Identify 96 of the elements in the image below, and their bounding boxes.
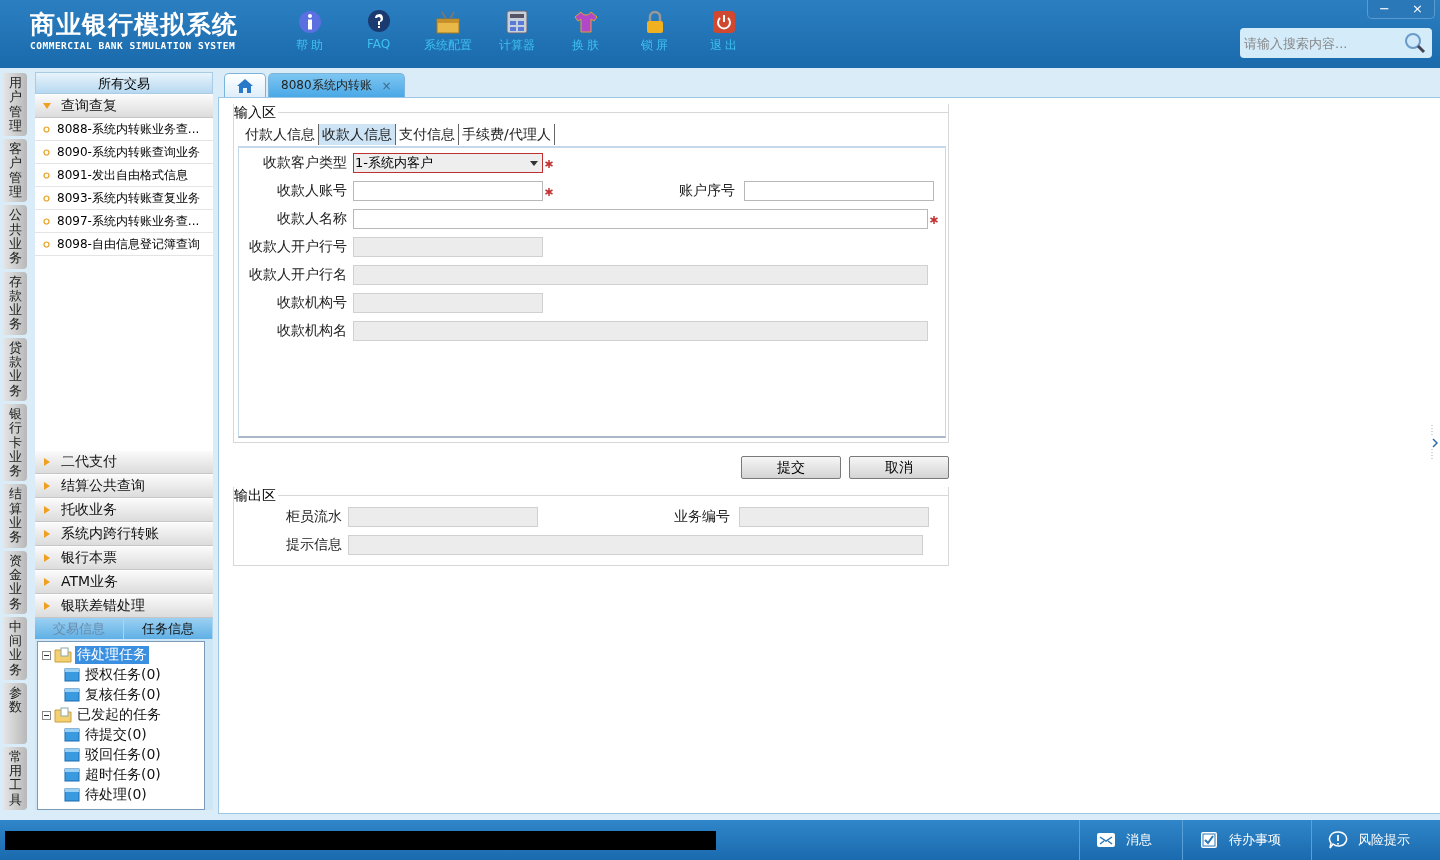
page-tab[interactable]: 8080系统内转账 × (268, 73, 405, 97)
bullet-icon (43, 148, 50, 156)
vertical-tab[interactable]: 用户管理 (3, 73, 27, 137)
panel-tab[interactable]: 任务信息 (124, 618, 213, 639)
vertical-tab[interactable]: 贷款业务 (3, 337, 27, 401)
vertical-tab[interactable]: 客户管理 (3, 139, 27, 203)
checkbox-icon (1199, 830, 1219, 850)
vertical-tab[interactable]: 常用工具 (3, 746, 27, 810)
speech-bubble-icon (1328, 830, 1348, 850)
menu-group[interactable]: 银行本票 (35, 546, 213, 570)
form-tab[interactable]: 收款人信息 (319, 124, 396, 145)
section-legend: 输入区 (234, 104, 276, 120)
folder-icon (64, 668, 80, 682)
tree-node[interactable]: 已发起的任务 (75, 706, 163, 724)
menu-group[interactable]: 托收业务 (35, 498, 213, 522)
vertical-tab[interactable]: 参数 (3, 683, 27, 744)
toolbox-icon (435, 10, 460, 34)
help-icon (366, 10, 391, 34)
field-label: 业务编号 (673, 508, 731, 526)
status-button[interactable]: 消息 (1079, 820, 1182, 860)
tree-node[interactable]: 驳回任务(0) (83, 746, 163, 764)
form-tab[interactable]: 手续费/代理人 (459, 124, 555, 145)
search-field[interactable]: 请输入搜索内容... (1240, 28, 1432, 58)
field-label: 收款人名称 (276, 210, 348, 228)
caret-right-icon (43, 530, 51, 538)
calculator-icon (504, 10, 529, 34)
sidebar-header: 所有交易 (35, 72, 213, 94)
vertical-tab[interactable]: 资金业务 (3, 550, 27, 614)
home-icon (237, 78, 253, 93)
caret-right-icon (43, 578, 51, 586)
field-label: 收款客户类型 (262, 154, 348, 172)
bullet-icon (43, 240, 50, 248)
caret-right-icon (43, 554, 51, 562)
caret-right-icon (43, 506, 51, 514)
menu-group[interactable]: ATM业务 (35, 570, 213, 594)
folder-icon (64, 768, 80, 782)
vertical-tab[interactable]: 结算业务 (3, 484, 27, 548)
tree-node[interactable]: 待提交(0) (83, 726, 149, 744)
tree-node[interactable]: 超时任务(0) (83, 766, 163, 784)
folder-icon (64, 748, 80, 762)
field-label: 收款机构号 (276, 294, 348, 312)
app-title: 商业银行模拟系统 (30, 10, 239, 40)
field-label: 收款人开户行名 (248, 266, 348, 284)
search-icon[interactable] (1404, 32, 1426, 54)
field-label: 账户序号 (678, 182, 736, 200)
field-label: 收款人开户行号 (248, 238, 348, 256)
caret-down-icon (43, 102, 51, 110)
field-label: 提示信息 (285, 536, 343, 554)
input-field[interactable] (353, 181, 543, 201)
home-tab[interactable] (224, 73, 266, 97)
field-label: 柜员流水 (285, 508, 343, 526)
input-field[interactable] (744, 181, 934, 201)
caret-down-icon (530, 160, 538, 166)
app-subtitle: COMMERCIAL BANK SIMULATION SYSTEM (30, 40, 237, 51)
collapse-icon[interactable] (42, 710, 51, 720)
tree-node[interactable]: 授权任务(0) (83, 666, 163, 684)
menu-group[interactable]: 结算公共查询 (35, 474, 213, 498)
envelope-icon (1096, 830, 1116, 850)
folder-icon (64, 688, 80, 702)
tree-node[interactable]: 复核任务(0) (83, 686, 163, 704)
menu-group[interactable]: 查询查复 (35, 94, 213, 118)
bullet-icon (43, 217, 50, 225)
bullet-icon (43, 171, 50, 179)
folder-icon (64, 788, 80, 802)
menu-group[interactable]: 银联差错处理 (35, 594, 213, 618)
input-field[interactable] (353, 209, 928, 229)
bullet-icon (43, 194, 50, 202)
action-button[interactable]: 取消 (849, 456, 949, 479)
vertical-tab[interactable]: 公共业务 (3, 205, 27, 269)
power-icon (711, 10, 736, 34)
window-control-button[interactable]: × (1401, 0, 1434, 18)
folder-icon (54, 707, 72, 723)
status-button[interactable]: 风险提示 (1311, 820, 1440, 860)
folder-icon (54, 647, 72, 663)
bullet-icon (43, 125, 50, 133)
status-button[interactable]: 待办事项 (1182, 820, 1311, 860)
dropdown-field[interactable]: 1-系统内客户 (353, 153, 543, 173)
form-tab[interactable]: 支付信息 (396, 124, 459, 145)
collapse-icon[interactable] (42, 650, 51, 660)
menu-group[interactable]: 二代支付 (35, 450, 213, 474)
field-label: 收款人账号 (276, 182, 348, 200)
vertical-tab[interactable]: 银行卡业务 (3, 403, 27, 482)
info-icon (297, 10, 322, 34)
folder-icon (64, 728, 80, 742)
tree-node[interactable]: 待处理(0) (83, 786, 149, 804)
caret-right-icon (43, 482, 51, 490)
field-label: 收款机构名 (276, 322, 348, 340)
menu-group[interactable]: 系统内跨行转账 (35, 522, 213, 546)
caret-right-icon (43, 458, 51, 466)
vertical-tab[interactable]: 存款业务 (3, 271, 27, 335)
section-legend: 输出区 (234, 487, 276, 503)
window-control-button[interactable]: − (1368, 0, 1401, 18)
action-button[interactable]: 提交 (741, 456, 841, 479)
vertical-tab[interactable]: 中间业务 (3, 616, 27, 680)
shirt-icon (573, 10, 598, 34)
caret-right-icon (43, 602, 51, 610)
